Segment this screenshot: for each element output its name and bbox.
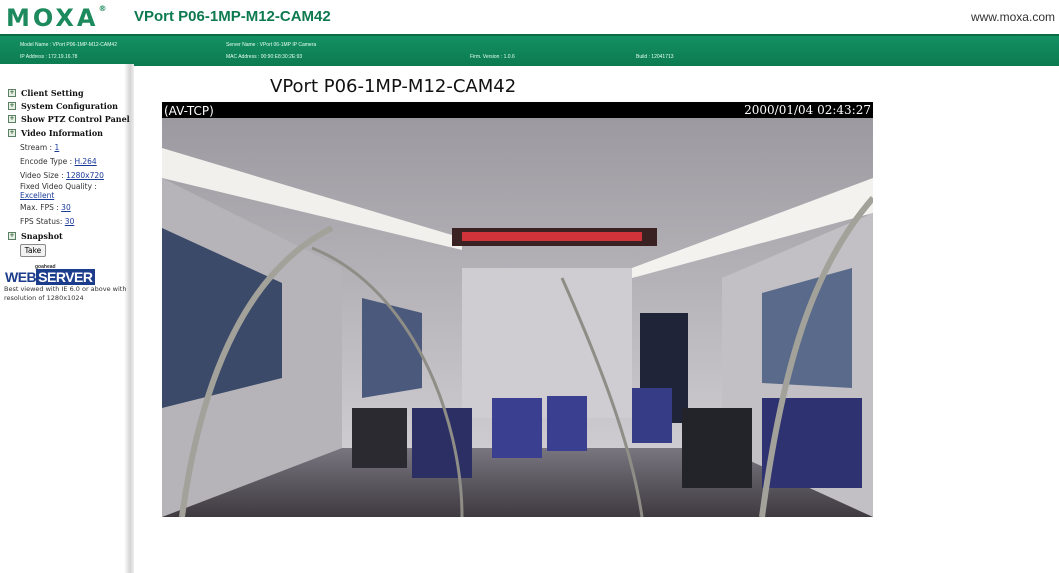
mac-address: MAC Address : 00:90:E8:30:2E:93 bbox=[226, 54, 303, 60]
menu-label: Show PTZ Control Panel bbox=[21, 114, 130, 124]
quality-label: Fixed Video Quality : bbox=[20, 182, 97, 191]
ip-address: IP Address : 172.19.16.78 bbox=[20, 54, 78, 60]
goahead-webserver-logo: goahead WEB SERVER bbox=[5, 264, 95, 285]
max-fps-label: Max. FPS : bbox=[20, 203, 62, 212]
stream-info: Stream : 1 bbox=[20, 143, 59, 152]
fps-status-link[interactable]: 30 bbox=[65, 217, 75, 226]
menu-client-setting[interactable]: + Client Setting bbox=[8, 88, 84, 98]
best-viewed-note: Best viewed with IE 6.0 or above with re… bbox=[4, 285, 127, 302]
menu-video-information[interactable]: + Video Information bbox=[8, 128, 103, 138]
device-info-bar: Model Name : VPort P06-1MP-M12-CAM42 IP … bbox=[0, 34, 1059, 66]
moxa-logo: MOXA® bbox=[6, 4, 107, 32]
fps-status-label: FPS Status: bbox=[20, 217, 65, 226]
expand-plus-icon: + bbox=[8, 232, 16, 240]
model-name: Model Name : VPort P06-1MP-M12-CAM42 bbox=[20, 42, 117, 48]
video-size-link[interactable]: 1280x720 bbox=[66, 171, 104, 180]
menu-label: System Configuration bbox=[21, 101, 118, 111]
take-snapshot-button[interactable]: Take bbox=[20, 244, 46, 257]
timestamp-overlay: 2000/01/04 02:43:27 bbox=[744, 103, 871, 117]
live-video-view[interactable]: (AV-TCP) 2000/01/04 02:43:27 bbox=[162, 102, 873, 517]
webserver-web: WEB bbox=[5, 269, 37, 285]
fps-status-info: FPS Status: 30 bbox=[20, 217, 74, 226]
encode-label: Encode Type : bbox=[20, 157, 75, 166]
stream-link[interactable]: 1 bbox=[54, 143, 59, 152]
menu-label: Snapshot bbox=[21, 231, 63, 241]
camera-title: VPort P06-1MP-M12-CAM42 bbox=[270, 76, 517, 97]
stream-protocol-overlay: (AV-TCP) bbox=[164, 104, 214, 118]
max-fps-info: Max. FPS : 30 bbox=[20, 203, 71, 212]
video-size-info: Video Size : 1280x720 bbox=[20, 171, 104, 180]
encode-link[interactable]: H.264 bbox=[75, 157, 97, 166]
encode-info: Encode Type : H.264 bbox=[20, 157, 97, 166]
menu-snapshot[interactable]: + Snapshot bbox=[8, 231, 63, 241]
server-name: Server Name : VPort 06-1MP IP Camera bbox=[226, 42, 317, 48]
size-label: Video Size : bbox=[20, 171, 67, 180]
expand-plus-icon: + bbox=[8, 129, 16, 137]
stream-label: Stream : bbox=[20, 143, 55, 152]
sidebar bbox=[0, 64, 130, 573]
menu-system-configuration[interactable]: + System Configuration bbox=[8, 101, 118, 111]
page-title: VPort P06-1MP-M12-CAM42 bbox=[134, 8, 331, 25]
top-header: MOXA® VPort P06-1MP-M12-CAM42 www.moxa.c… bbox=[0, 0, 1059, 36]
quality-link[interactable]: Excellent bbox=[20, 191, 54, 200]
max-fps-link[interactable]: 30 bbox=[61, 203, 71, 212]
quality-info: Excellent bbox=[20, 191, 54, 200]
firmware-version: Firm. Version : 1.0.6 bbox=[470, 54, 515, 60]
webserver-main-text: WEB SERVER bbox=[5, 269, 95, 285]
build-number: Build : 12041713 bbox=[636, 54, 674, 60]
expand-plus-icon: + bbox=[8, 102, 16, 110]
menu-label: Video Information bbox=[21, 128, 103, 138]
sidebar-divider bbox=[124, 64, 134, 573]
webserver-server: SERVER bbox=[36, 269, 95, 285]
expand-plus-icon: + bbox=[8, 115, 16, 123]
menu-show-ptz[interactable]: + Show PTZ Control Panel bbox=[8, 114, 130, 124]
expand-plus-icon: + bbox=[8, 89, 16, 97]
video-frame-image bbox=[162, 118, 873, 517]
site-url[interactable]: www.moxa.com bbox=[971, 10, 1055, 24]
menu-label: Client Setting bbox=[21, 88, 84, 98]
